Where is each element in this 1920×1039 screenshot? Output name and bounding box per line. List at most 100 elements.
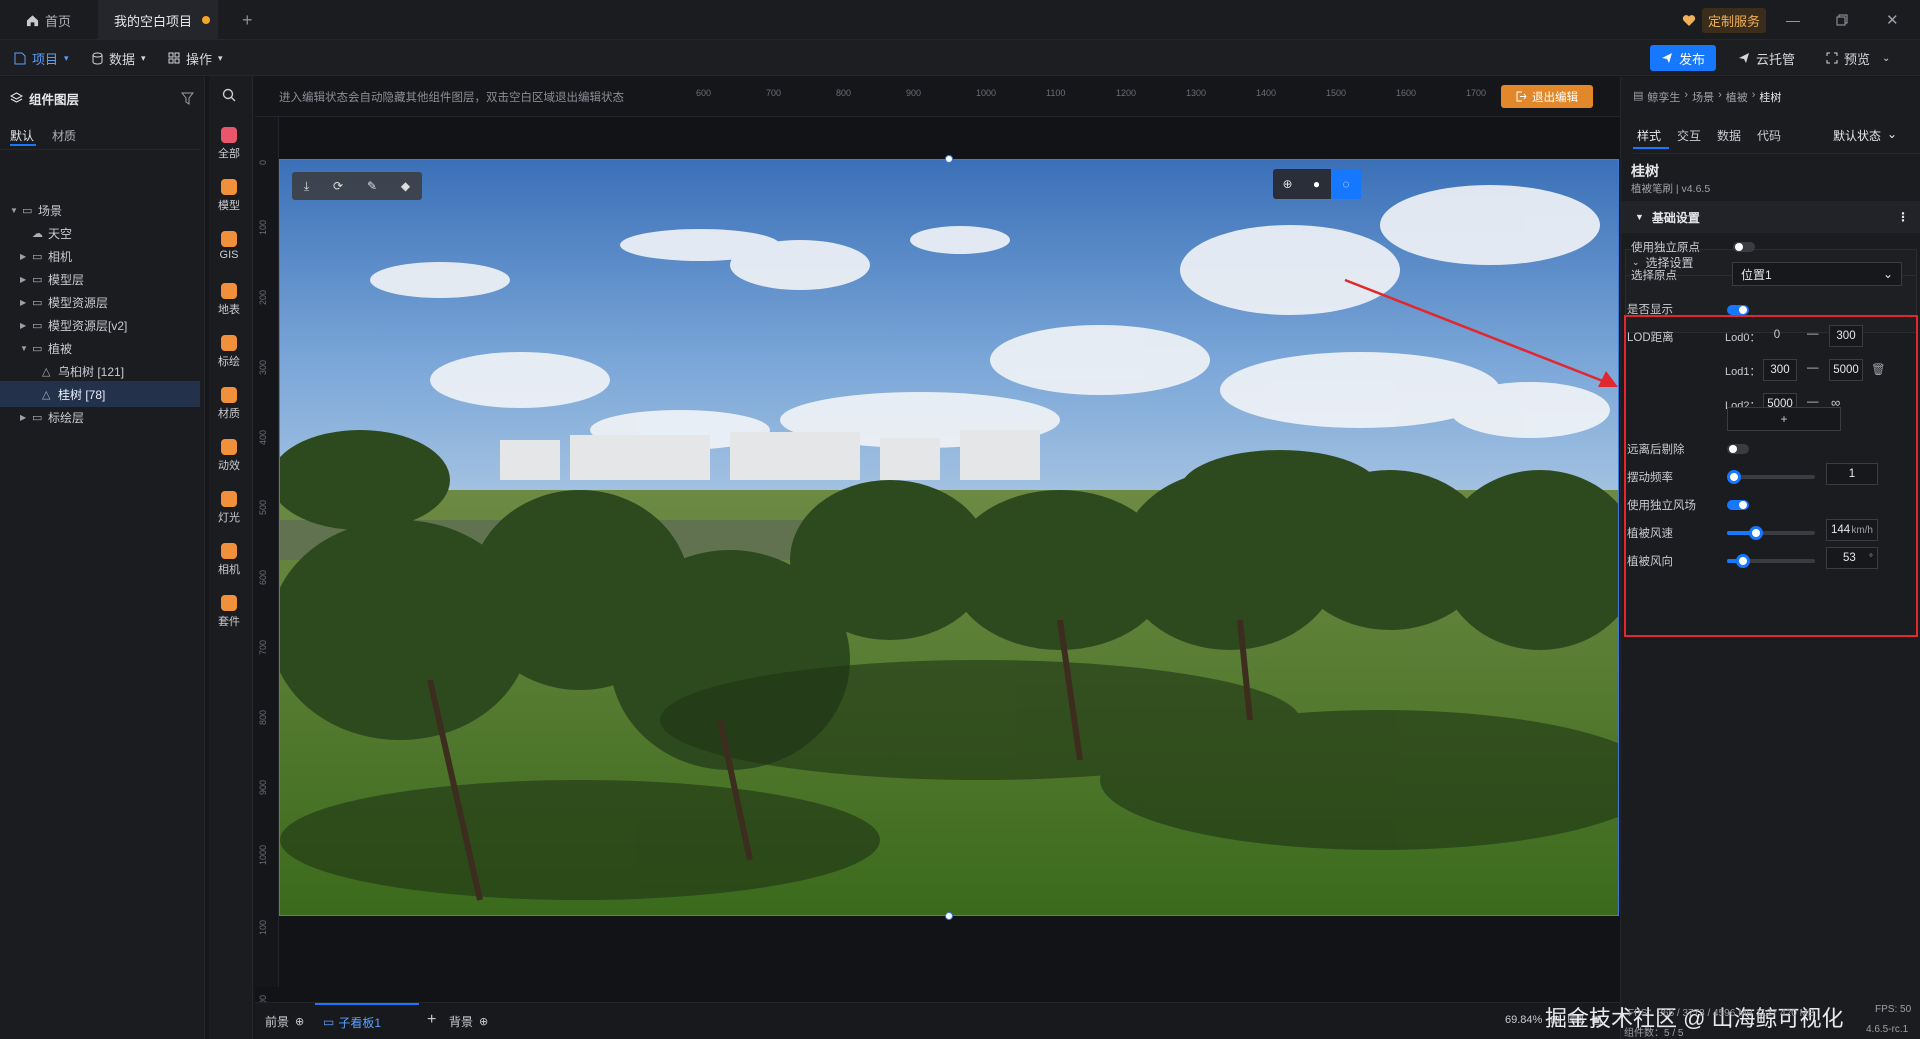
trash-icon[interactable]: 🗑 [1871,362,1886,376]
expand-caret-icon[interactable]: ▶ [20,321,32,330]
restore-icon [1836,14,1848,26]
expand-caret-icon[interactable]: ▶ [20,298,32,307]
wind-speed-input[interactable]: 144 km/h [1826,519,1878,541]
breadcrumb-item[interactable]: 植被 [1726,89,1748,105]
sphere-icon[interactable]: ● [1302,169,1331,199]
category-icon [221,231,237,247]
resize-handle-bottom[interactable] [945,912,953,920]
expand-caret-icon[interactable]: ▼ [20,344,32,353]
cloud-button[interactable]: 云托管 [1738,40,1795,76]
tab-project-label: 我的空白项目 [114,13,193,29]
category-button[interactable]: 灯光 [212,491,246,539]
restore-button[interactable] [1836,0,1848,40]
wind-speed-label: 植被风速 [1627,528,1673,540]
lod-distance-label: LOD距离 [1627,332,1674,344]
category-icon [221,179,237,195]
sway-freq-input[interactable]: 1 [1826,463,1878,485]
visible-toggle[interactable] [1727,305,1749,315]
cloud-label: 云托管 [1756,51,1796,67]
category-button[interactable]: 地表 [212,283,246,331]
sway-freq-slider[interactable] [1727,470,1815,484]
preview-button[interactable]: 预览 ⌄ [1826,40,1890,76]
menu-operate[interactable]: 操作 ▾ [168,40,223,76]
category-button[interactable]: 相机 [212,543,246,591]
section-basic[interactable]: ▼ 基础设置 ⋮ [1621,201,1920,233]
lod-from-input[interactable]: 300 [1763,359,1797,381]
fps-readout: FPS: 50 [1875,1004,1912,1015]
breadcrumb-item[interactable]: 桂树 [1759,89,1781,105]
category-button[interactable]: 标绘 [212,335,246,383]
download-icon[interactable]: ⤓ [304,179,309,194]
category-button[interactable]: GIS [212,231,246,279]
background-label: 背景 [449,1015,474,1029]
category-button[interactable]: 模型 [212,179,246,227]
add-subpanel-button[interactable]: + [427,1011,436,1029]
tab-code[interactable]: 代码 [1757,127,1781,144]
tab-style[interactable]: 样式 [1637,127,1661,144]
tab-default[interactable]: 默认 [10,127,34,144]
tree-item[interactable]: ▶ ▭ 标绘层 [0,404,200,430]
breadcrumb-item[interactable]: 鲸孪生 [1647,89,1680,105]
filter-icon[interactable] [181,92,194,105]
state-dropdown[interactable]: 默认状态 ⌄ [1833,127,1897,144]
rotate-icon[interactable]: ⟳ [333,179,343,193]
grid-icon [168,52,180,64]
use-origin-toggle[interactable] [1733,242,1755,252]
add-lod-button[interactable]: + [1727,407,1841,431]
scene-viewport[interactable]: ⤓ ⟳ ✎ ◆ ⊕ ● ◌ [279,159,1619,916]
menu-project-label: 项目 [32,51,59,67]
lod-to-input[interactable]: 300 [1829,325,1863,347]
globe-icon[interactable]: ⊕ [1273,169,1302,199]
expand-caret-icon[interactable]: ▼ [10,206,22,215]
use-wind-toggle[interactable] [1727,500,1749,510]
far-remove-toggle[interactable] [1727,444,1749,454]
wind-dir-input[interactable]: 53 ° [1826,547,1878,569]
chevron-down-icon: ▼ [1635,212,1644,222]
tab-interaction[interactable]: 交互 [1677,127,1701,144]
custom-service-button[interactable]: 定制服务 [1682,0,1767,40]
ruler-tick-label: 1300 [1186,88,1207,98]
expand-caret-icon[interactable]: ▶ [20,275,32,284]
search-icon[interactable] [222,88,236,102]
category-button[interactable]: 套件 [212,595,246,643]
lod-to-input[interactable]: 5000 [1829,359,1863,381]
category-button[interactable]: 动效 [212,439,246,487]
annotation-arrow [1344,278,1618,387]
eraser-icon[interactable]: ◆ [401,179,410,193]
ruler-tick-label: 1000 [258,844,268,865]
expand-caret-icon[interactable]: ▶ [20,413,32,422]
wind-dir-slider[interactable] [1727,554,1815,568]
expand-caret-icon[interactable]: ▶ [20,252,32,261]
menu-project[interactable]: 项目 ▾ [14,40,69,76]
menu-operate-label: 操作 [186,51,213,67]
tab-data[interactable]: 数据 [1717,127,1741,144]
orbit-icon[interactable]: ◌ [1331,169,1361,199]
close-button[interactable]: ✕ [1886,0,1899,40]
divider [1633,153,1920,154]
category-label: 标绘 [218,356,240,368]
brush-icon[interactable]: ✎ [367,179,377,193]
ruler-tick-label: 800 [258,709,268,725]
category-button[interactable]: 全部 [212,127,246,175]
category-button[interactable]: 材质 [212,387,246,435]
wind-speed-slider[interactable] [1727,526,1815,540]
scene-render [280,160,1618,915]
background-layer-button[interactable]: 背景 ⊕ [449,1013,488,1030]
resize-handle-top[interactable] [945,155,953,163]
exit-edit-button[interactable]: 退出编辑 [1501,85,1593,108]
new-tab-button[interactable]: + [242,0,253,40]
publish-button[interactable]: 发布 [1650,45,1716,71]
front-layer-button[interactable]: 前景 ⊕ [265,1013,304,1030]
category-icon [221,491,237,507]
minimize-button[interactable]: — [1786,0,1800,40]
chevron-down-icon: ▾ [64,52,69,63]
tab-home[interactable]: 首页 [14,0,84,40]
tab-project[interactable]: 我的空白项目 [98,0,218,40]
subpanel-tab[interactable]: ▭ 子看板1 [315,1003,419,1039]
menu-data[interactable]: 数据 ▾ [92,40,146,76]
folder-icon: ▭ [32,296,43,309]
tab-material[interactable]: 材质 [52,127,76,144]
breadcrumb-item[interactable]: 场景 [1692,89,1714,105]
more-icon[interactable]: ⋮ [1897,210,1909,224]
origin-select[interactable]: 位置1 ⌄ [1732,262,1902,286]
